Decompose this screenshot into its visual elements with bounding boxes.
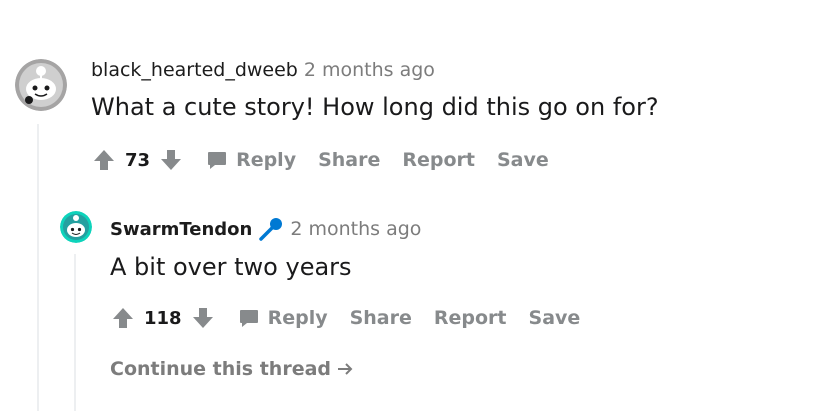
continue-thread-label: Continue this thread: [110, 358, 332, 380]
user-avatar[interactable]: [15, 59, 67, 111]
reply-button[interactable]: Reply: [238, 307, 328, 329]
comment-actions: 73 Reply Share Report Save: [91, 145, 549, 175]
save-button[interactable]: Save: [529, 307, 581, 329]
snoo-avatar-icon: [60, 211, 92, 243]
comment-bubble-icon: [238, 307, 260, 329]
thread-line[interactable]: [74, 254, 76, 411]
user-avatar[interactable]: [60, 211, 92, 243]
report-button[interactable]: Report: [402, 149, 475, 171]
comment-body: What a cute story! How long did this go …: [91, 93, 659, 121]
comment-actions: 118 Reply Share Report Save: [110, 303, 580, 333]
comment-bubble-icon: [206, 149, 228, 171]
comment-author[interactable]: black_hearted_dweeb: [91, 59, 298, 81]
snoo-avatar-icon: [15, 59, 67, 111]
comment-timestamp[interactable]: 2 months ago: [304, 59, 435, 81]
comment-timestamp[interactable]: 2 months ago: [290, 218, 421, 240]
vote-score: 73: [125, 149, 151, 171]
comment-body: A bit over two years: [110, 253, 352, 281]
vote-score: 118: [144, 307, 182, 329]
share-button[interactable]: Share: [350, 307, 412, 329]
upvote-icon[interactable]: [110, 305, 136, 331]
continue-thread-link[interactable]: Continue this thread: [110, 358, 355, 380]
save-button[interactable]: Save: [497, 149, 549, 171]
report-button[interactable]: Report: [434, 307, 507, 329]
share-button[interactable]: Share: [318, 149, 380, 171]
microphone-icon: [258, 216, 284, 242]
upvote-icon[interactable]: [91, 147, 117, 173]
arrow-right-icon: [335, 359, 355, 379]
reply-button[interactable]: Reply: [206, 149, 296, 171]
reply-label: Reply: [267, 307, 328, 329]
downvote-icon[interactable]: [190, 305, 216, 331]
comment-author[interactable]: SwarmTendon: [110, 219, 252, 240]
thread-line[interactable]: [37, 124, 39, 411]
downvote-icon[interactable]: [158, 147, 184, 173]
reply-label: Reply: [236, 149, 297, 171]
